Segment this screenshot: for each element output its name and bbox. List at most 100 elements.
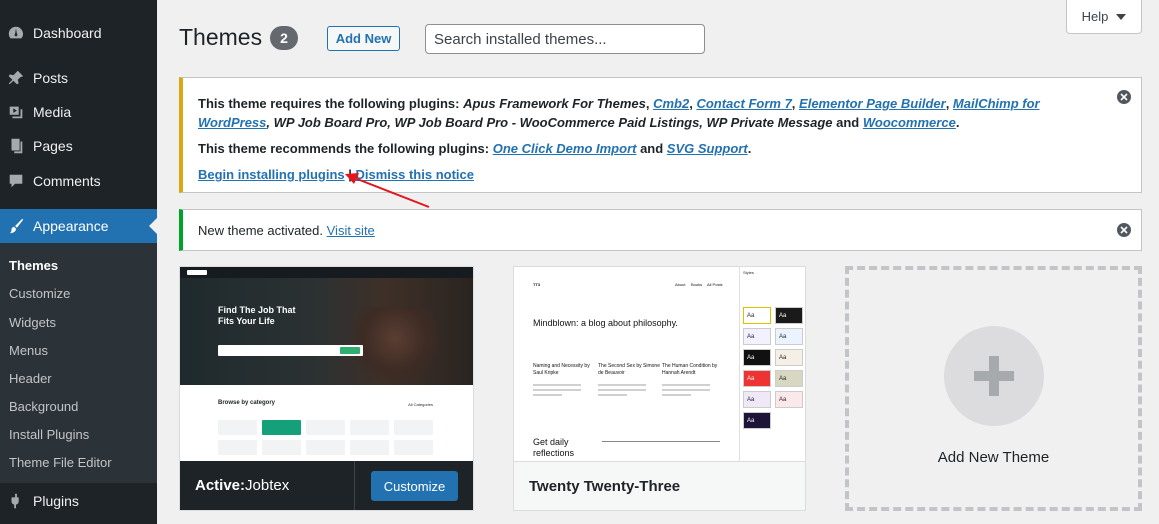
required-plugins-notice: This theme requires the following plugin…	[179, 77, 1142, 193]
jobtex-hero-title: Find The Job That Fits Your Life	[218, 305, 296, 326]
tt3-panel-title: Styles	[743, 270, 754, 275]
paintbrush-icon	[6, 216, 26, 236]
plus-icon	[974, 356, 1014, 396]
style-swatch: Aa	[743, 370, 771, 387]
submenu-background[interactable]: Background	[9, 399, 78, 414]
plugin-apus: Apus Framework For Themes	[463, 96, 646, 111]
link-one-click-demo-import[interactable]: One Click Demo Import	[493, 141, 637, 156]
tt3-nav-item: Books	[691, 282, 703, 287]
add-circle	[944, 326, 1044, 426]
menu-comments-label: Comments	[33, 173, 101, 189]
tt3-styles-panel: Styles Aa Aa Aa Aa Aa Aa Aa Aa Aa Aa Aa	[739, 267, 805, 462]
add-new-theme-label: Add New Theme	[937, 449, 1050, 466]
menu-media[interactable]: Media	[0, 95, 157, 129]
tt3-site-title: TT3	[533, 282, 541, 287]
jobtex-nav	[180, 267, 473, 278]
menu-pages[interactable]: Pages	[0, 129, 157, 163]
menu-pages-label: Pages	[33, 138, 73, 154]
menu-dashboard-label: Dashboard	[33, 25, 102, 41]
menu-posts[interactable]: Posts	[0, 61, 157, 95]
jobtex-hero-photo	[350, 307, 440, 385]
active-prefix: Active:	[195, 477, 246, 494]
style-swatch: Aa	[775, 370, 803, 387]
theme-name-footer: Twenty Twenty-Three	[514, 461, 805, 510]
menu-media-label: Media	[33, 104, 72, 120]
theme-card-twenty-twenty-three[interactable]: TT3 About Books All Posts Mindblown: a b…	[513, 266, 806, 511]
category-tile	[218, 420, 257, 435]
tt3-daily-heading: Get daily reflections	[533, 437, 575, 458]
submenu-themes[interactable]: Themes	[9, 258, 58, 273]
media-icon	[6, 102, 26, 122]
dashboard-icon	[6, 23, 26, 43]
category-tile	[306, 440, 345, 455]
menu-comments[interactable]: Comments	[0, 164, 157, 198]
category-tile	[350, 440, 389, 455]
submenu-install-plugins[interactable]: Install Plugins	[9, 427, 89, 442]
menu-appearance-label: Appearance	[33, 218, 109, 234]
category-tile	[394, 440, 433, 455]
style-swatch: Aa	[775, 391, 803, 408]
style-swatch: Aa	[743, 391, 771, 408]
annotation-arrow-icon	[345, 173, 430, 208]
add-new-button[interactable]: Add New	[327, 26, 400, 51]
required-plugins-text: This theme requires the following plugin…	[198, 96, 1040, 130]
help-tab-button[interactable]: Help	[1066, 0, 1142, 34]
active-theme-name: Jobtex	[245, 477, 290, 494]
begin-installing-plugins-link[interactable]: Begin installing plugins	[198, 167, 345, 182]
jobtex-browse-heading: Browse by category	[218, 400, 276, 406]
menu-appearance[interactable]: Appearance	[0, 209, 157, 243]
style-swatch: Aa	[775, 307, 803, 324]
jobtex-search-button	[340, 347, 360, 354]
category-tile	[262, 440, 301, 455]
link-elementor[interactable]: Elementor Page Builder	[799, 96, 946, 111]
category-tile	[218, 440, 257, 455]
active-theme-footer: Active: Jobtex Customize	[180, 461, 473, 510]
link-contact-form-7[interactable]: Contact Form 7	[696, 96, 791, 111]
tt3-post-title: Naming and Necessity by Saul Kripke	[533, 363, 590, 376]
footer-divider	[354, 461, 355, 510]
current-menu-arrow	[149, 218, 157, 234]
menu-plugins[interactable]: Plugins	[0, 484, 157, 518]
submenu-menus[interactable]: Menus	[9, 343, 48, 358]
category-tile	[350, 420, 389, 435]
style-swatch: Aa	[743, 328, 771, 345]
style-swatch: Aa	[743, 349, 771, 366]
tt3-headline: Mindblown: a blog about philosophy.	[533, 318, 678, 328]
link-cmb2[interactable]: Cmb2	[653, 96, 689, 111]
theme-name: Twenty Twenty-Three	[529, 477, 681, 495]
link-woocommerce[interactable]: Woocommerce	[863, 115, 956, 130]
category-tile	[306, 420, 345, 435]
caret-down-icon	[1116, 13, 1127, 20]
customize-button[interactable]: Customize	[371, 471, 458, 501]
theme-screenshot[interactable]: Find The Job That Fits Your Life Browse …	[180, 267, 473, 462]
jobtex-logo	[187, 270, 207, 275]
jobtex-hero: Find The Job That Fits Your Life	[180, 267, 473, 385]
category-tile	[262, 420, 301, 435]
admin-sidebar: Dashboard Posts Media Pages Comments App…	[0, 0, 157, 524]
submenu-header[interactable]: Header	[9, 371, 52, 386]
submenu-customize[interactable]: Customize	[9, 286, 70, 301]
visit-site-link[interactable]: Visit site	[327, 223, 375, 238]
theme-count-badge: 2	[270, 26, 298, 50]
style-swatch: Aa	[743, 307, 771, 324]
pin-icon	[6, 68, 26, 88]
menu-plugins-label: Plugins	[33, 493, 79, 509]
theme-card-jobtex[interactable]: Find The Job That Fits Your Life Browse …	[179, 266, 474, 511]
close-icon[interactable]	[1117, 223, 1131, 237]
menu-dashboard[interactable]: Dashboard	[0, 16, 157, 50]
link-svg-support[interactable]: SVG Support	[667, 141, 748, 156]
theme-activated-notice: New theme activated. Visit site	[179, 209, 1142, 251]
tt3-excerpt	[662, 384, 710, 399]
style-swatch: Aa	[743, 412, 771, 429]
category-tile	[394, 420, 433, 435]
search-themes-input[interactable]	[425, 24, 705, 54]
tt3-post-title: The Human Condition by Hannah Arendt	[662, 363, 718, 376]
submenu-widgets[interactable]: Widgets	[9, 315, 56, 330]
tt3-excerpt	[598, 384, 646, 399]
submenu-theme-file-editor[interactable]: Theme File Editor	[9, 455, 112, 470]
close-icon[interactable]	[1117, 90, 1131, 104]
tt3-divider	[602, 441, 720, 442]
plugin-wp-job-board: , WP Job Board Pro, WP Job Board Pro - W…	[266, 115, 833, 130]
theme-screenshot[interactable]: TT3 About Books All Posts Mindblown: a b…	[514, 267, 805, 462]
add-new-theme-card[interactable]: Add New Theme	[845, 266, 1142, 511]
